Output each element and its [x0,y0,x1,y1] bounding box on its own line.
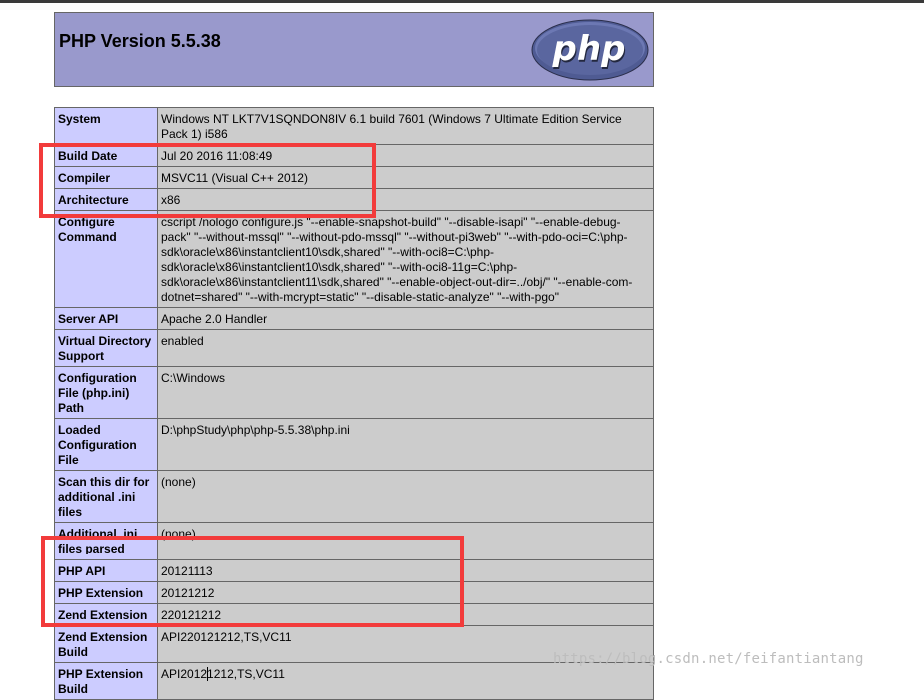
value-text-after-caret: 1212,TS,VC11 [207,667,285,681]
row-key-architecture: Architecture [54,188,158,211]
table-row: PHP Extension Build API20121212,TS,VC11 [54,662,654,700]
row-value-php-api: 20121113 [157,559,654,582]
row-value-build-date: Jul 20 2016 11:08:49 [157,144,654,167]
row-key-php-api: PHP API [54,559,158,582]
row-key-virtual-directory-support: Virtual Directory Support [54,329,158,367]
table-row: Configure Command cscript /nologo config… [54,210,654,308]
table-row: Build Date Jul 20 2016 11:08:49 [54,144,654,167]
row-value-virtual-directory-support: enabled [157,329,654,367]
table-row: Zend Extension 220121212 [54,603,654,626]
row-value-configuration-file-path: C:\Windows [157,366,654,419]
row-key-additional-ini-files: Additional .ini files parsed [54,522,158,560]
row-value-php-extension-build: API20121212,TS,VC11 [157,662,654,700]
row-value-scan-dir: (none) [157,470,654,523]
watermark-url: https://blog.csdn.net/feifantiantang [553,651,864,667]
row-key-configuration-file-path: Configuration File (php.ini) Path [54,366,158,419]
table-row: PHP API 20121113 [54,559,654,582]
php-logo-text: php [552,29,626,69]
table-row: Configuration File (php.ini) Path C:\Win… [54,366,654,419]
table-row: Architecture x86 [54,188,654,211]
row-key-system: System [54,107,158,145]
table-row: Server API Apache 2.0 Handler [54,307,654,330]
row-key-loaded-configuration-file: Loaded Configuration File [54,418,158,471]
row-key-build-date: Build Date [54,144,158,167]
row-value-architecture: x86 [157,188,654,211]
table-row: Scan this dir for additional .ini files … [54,470,654,523]
table-row: Additional .ini files parsed (none) [54,522,654,560]
page-title: PHP Version 5.5.38 [59,31,221,51]
row-value-loaded-configuration-file: D:\phpStudy\php\php-5.5.38\php.ini [157,418,654,471]
php-logo-icon: php php [531,19,649,81]
row-key-php-extension: PHP Extension [54,581,158,604]
value-text-before-caret: API2012 [161,667,208,681]
row-value-system: Windows NT LKT7V1SQNDON8IV 6.1 build 760… [157,107,654,145]
top-border-bar [0,0,924,3]
row-key-configure-command: Configure Command [54,210,158,308]
row-value-zend-extension: 220121212 [157,603,654,626]
row-value-additional-ini-files: (none) [157,522,654,560]
row-key-server-api: Server API [54,307,158,330]
table-row: Loaded Configuration File D:\phpStudy\ph… [54,418,654,471]
row-value-configure-command: cscript /nologo configure.js "--enable-s… [157,210,654,308]
row-key-zend-extension-build: Zend Extension Build [54,625,158,663]
row-key-additional-ini-files-text: Additional .ini files parsed [58,527,138,554]
row-key-compiler: Compiler [54,166,158,189]
table-row: PHP Extension 20121212 [54,581,654,604]
php-version-header: PHP Version 5.5.38 php php [54,12,654,87]
php-info-table: System Windows NT LKT7V1SQNDON8IV 6.1 bu… [54,107,654,700]
table-row: Compiler MSVC11 (Visual C++ 2012) [54,166,654,189]
row-key-zend-extension: Zend Extension [54,603,158,626]
table-row: System Windows NT LKT7V1SQNDON8IV 6.1 bu… [54,107,654,145]
row-key-scan-dir: Scan this dir for additional .ini files [54,470,158,523]
table-row: Virtual Directory Support enabled [54,329,654,367]
row-value-compiler: MSVC11 (Visual C++ 2012) [157,166,654,189]
row-value-php-extension: 20121212 [157,581,654,604]
row-value-server-api: Apache 2.0 Handler [157,307,654,330]
row-key-php-extension-build: PHP Extension Build [54,662,158,700]
